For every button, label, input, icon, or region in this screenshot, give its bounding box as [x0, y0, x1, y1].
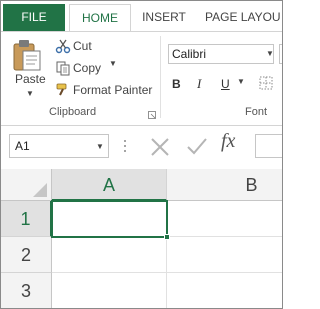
name-box-dropdown-icon[interactable]: ▼ — [96, 142, 104, 151]
fill-handle[interactable] — [164, 234, 170, 240]
paintbrush-icon — [56, 83, 67, 96]
cell-a3[interactable] — [52, 273, 167, 308]
cell-b2[interactable] — [167, 237, 282, 273]
cut-label: Cut — [73, 39, 92, 53]
column-header-a[interactable]: A — [52, 169, 167, 201]
scissors-icon — [55, 39, 71, 54]
copy-dropdown-icon[interactable]: ▼ — [109, 59, 117, 68]
excel-window: FILE HOME INSERT PAGE LAYOU Paste ▼ Cut … — [0, 0, 283, 309]
name-box[interactable]: A1 — [9, 134, 109, 158]
select-all-button[interactable] — [1, 169, 52, 201]
font-size-input[interactable] — [279, 44, 282, 64]
copy-label: Copy — [73, 61, 102, 75]
copy-button[interactable]: Copy — [55, 58, 135, 78]
underline-button[interactable]: U — [221, 74, 230, 94]
column-header-b[interactable]: B — [167, 169, 282, 201]
dialog-launcher-icon[interactable] — [148, 111, 156, 119]
ribbon-tabs: FILE HOME INSERT PAGE LAYOU — [1, 1, 282, 32]
active-cell-selection[interactable] — [51, 200, 168, 238]
group-separator — [160, 36, 161, 118]
tab-file[interactable]: FILE — [3, 4, 65, 31]
insert-function-button[interactable]: fx — [221, 130, 235, 153]
bold-button[interactable]: B — [172, 74, 181, 94]
paste-icon — [13, 40, 41, 71]
cancel-icon[interactable] — [149, 134, 171, 158]
format-painter-label: Format Painter — [73, 83, 153, 97]
tab-home[interactable]: HOME — [69, 4, 131, 32]
row-header-2[interactable]: 2 — [1, 237, 52, 273]
clipboard-group-label: Clipboard — [49, 106, 97, 118]
row-header-1[interactable]: 1 — [1, 201, 52, 237]
cell-b3[interactable] — [167, 273, 282, 308]
font-name-input[interactable]: Calibri — [168, 44, 274, 64]
tab-insert[interactable]: INSERT — [137, 4, 191, 31]
font-name-dropdown-icon[interactable]: ▼ — [266, 44, 276, 64]
worksheet-grid: A B 1 2 3 — [1, 169, 282, 308]
borders-icon[interactable] — [259, 76, 273, 90]
tab-page-layout[interactable]: PAGE LAYOU — [205, 4, 282, 31]
italic-button[interactable]: I — [197, 74, 201, 94]
vertical-dots-icon — [124, 140, 126, 152]
select-all-triangle-icon — [33, 183, 47, 197]
formula-input[interactable] — [255, 134, 282, 158]
format-painter-button[interactable]: Format Painter — [55, 80, 159, 100]
underline-dropdown-icon[interactable]: ▼ — [237, 77, 245, 86]
row-header-3[interactable]: 3 — [1, 273, 52, 308]
cell-a2[interactable] — [52, 237, 167, 273]
paste-label[interactable]: Paste — [15, 72, 46, 86]
formula-bar: A1 ▼ fx — [1, 126, 282, 169]
ribbon-home: Paste ▼ Cut Copy ▼ Format Painter Clipbo… — [1, 31, 282, 126]
paste-dropdown-icon[interactable]: ▼ — [26, 89, 34, 98]
enter-check-icon[interactable] — [185, 134, 209, 158]
copy-icon — [56, 61, 70, 76]
font-group-label: Font — [245, 106, 268, 118]
cell-b1[interactable] — [167, 201, 282, 237]
cut-button[interactable]: Cut — [55, 36, 115, 56]
